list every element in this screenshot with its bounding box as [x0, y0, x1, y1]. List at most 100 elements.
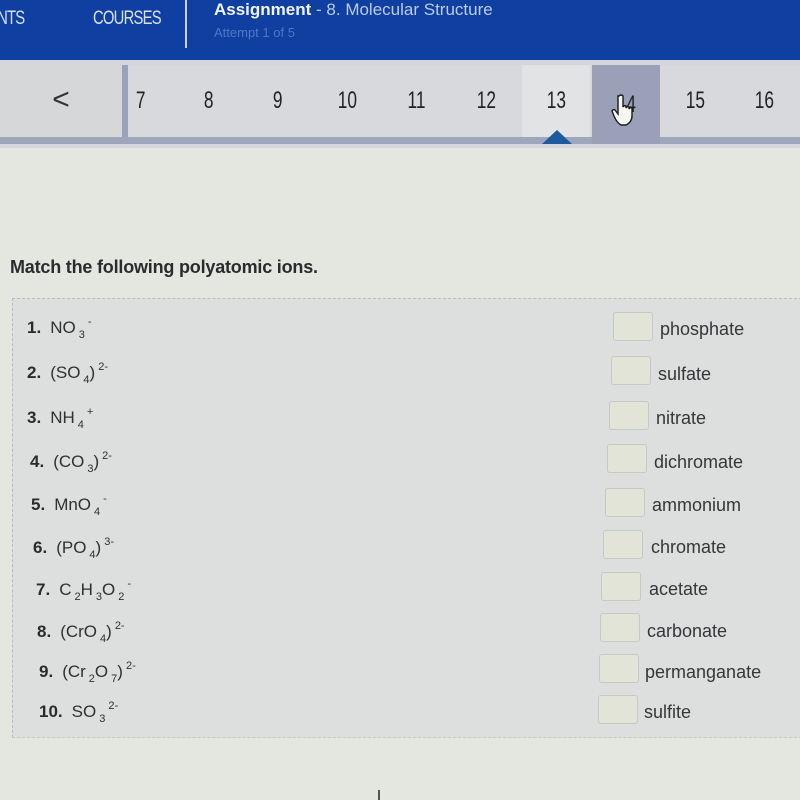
ion-item: 3. NH 4+: [27, 406, 93, 431]
item-number: 7.: [36, 580, 51, 599]
ion-item: 1. NO 3-: [27, 316, 91, 341]
answer-label-sulfate: sulfate: [658, 364, 712, 384]
ion-item: 6. (PO 4) 3-: [33, 536, 114, 561]
question-tab-13[interactable]: 13: [522, 65, 590, 137]
attempt-counter: Attempt 1 of 5: [214, 25, 295, 40]
question-tab-8[interactable]: 8: [175, 65, 243, 137]
formula-text: MnO: [54, 495, 92, 514]
formula-text: ): [89, 363, 96, 382]
ion-item: 5. MnO 4-: [31, 493, 107, 518]
question-tab-12[interactable]: 12: [452, 65, 520, 137]
formula-text: ): [95, 538, 102, 557]
formula-charge: 2-: [114, 620, 125, 632]
formula-text: O: [94, 662, 109, 681]
formula-charge: 2-: [102, 450, 112, 462]
formula-charge: 3-: [104, 536, 114, 548]
question-number: 11: [407, 87, 425, 114]
question-number: 10: [337, 87, 357, 114]
assignment-name: - 8. Molecular Structure: [316, 0, 493, 19]
formula-charge: 2-: [108, 700, 119, 712]
item-number: 2.: [27, 363, 42, 382]
question-navigator: < 7 8 9 10 11 12 13 14 15 16: [0, 60, 800, 148]
formula-charge: +: [86, 406, 94, 418]
question-number: 15: [685, 87, 705, 114]
formula-text: (CO: [53, 452, 85, 471]
answer-label-acetate: acetate: [649, 579, 709, 599]
question-tab-15[interactable]: 15: [661, 65, 729, 137]
answer-drop-box[interactable]: [611, 356, 651, 385]
formula-text: O: [102, 580, 116, 599]
ion-item: 10. SO 32-: [39, 700, 118, 725]
formula-text: (Cr: [62, 662, 86, 681]
formula-text: (CrO: [60, 622, 98, 641]
question-number: 12: [476, 87, 496, 114]
top-header-bar: ENTS COURSES Assignment - 8. Molecular S…: [0, 0, 800, 60]
answer-drop-box[interactable]: [607, 444, 647, 473]
formula-subscript: 3: [99, 713, 106, 725]
answer-label-dichromate: dichromate: [654, 452, 744, 472]
hand-cursor-icon: [611, 94, 633, 126]
formula-subscript: 4: [94, 506, 101, 518]
assignment-label: Assignment: [214, 0, 312, 19]
answer-label-sulfite: sulfite: [644, 702, 692, 722]
answer-drop-box[interactable]: [605, 488, 645, 517]
assignment-title: Assignment - 8. Molecular Structure: [214, 0, 493, 20]
answer-drop-box[interactable]: [598, 695, 638, 724]
formula-text: (PO: [56, 538, 87, 557]
item-number: 4.: [30, 452, 45, 471]
nav-courses[interactable]: COURSES: [93, 8, 162, 30]
answer-drop-box[interactable]: [599, 654, 639, 683]
answer-drop-box[interactable]: [601, 572, 641, 601]
answer-label-nitrate: nitrate: [656, 408, 707, 428]
ion-item: 8. (CrO 4) 2-: [37, 620, 125, 645]
formula-charge: -: [127, 578, 132, 590]
question-number: 13: [546, 87, 566, 114]
item-number: 9.: [39, 662, 54, 681]
question-number: 16: [754, 87, 774, 114]
question-tab-7[interactable]: 7: [107, 65, 175, 137]
question-number: 8: [204, 87, 214, 114]
formula-text: ): [93, 452, 100, 471]
current-question-indicator: [542, 130, 572, 144]
formula-charge: 2-: [98, 361, 108, 373]
previous-button[interactable]: <: [0, 65, 122, 137]
formula-text: NH: [50, 408, 75, 427]
question-tab-10[interactable]: 10: [313, 65, 381, 137]
answer-label-carbonate: carbonate: [647, 621, 728, 641]
formula-text: C: [59, 580, 72, 599]
answer-drop-box[interactable]: [609, 401, 649, 430]
answer-label-permanganate: permanganate: [645, 662, 762, 682]
ion-item: 7. C 2H 3O 2-: [36, 578, 131, 603]
answer-drop-box[interactable]: [600, 613, 640, 642]
header-divider: [185, 0, 187, 48]
question-tab-16[interactable]: 16: [730, 65, 798, 137]
formula-subscript: 4: [77, 419, 84, 431]
navigator-bottom-line: [0, 137, 800, 144]
text-cursor-mark: [378, 790, 380, 800]
formula-text: SO: [71, 702, 97, 721]
formula-text: ): [106, 622, 112, 641]
formula-subscript: 2: [118, 591, 125, 603]
chevron-left-icon: <: [52, 83, 70, 116]
answer-drop-box[interactable]: [603, 530, 643, 559]
formula-text: NO: [50, 318, 76, 337]
ion-item: 9. (Cr 2O 7) 2-: [39, 660, 136, 685]
answer-label-chromate: chromate: [651, 537, 727, 557]
question-tab-9[interactable]: 9: [244, 65, 312, 137]
answer-drop-box[interactable]: [613, 312, 653, 341]
formula-text: H: [80, 580, 93, 599]
nav-students[interactable]: ENTS: [0, 8, 25, 30]
ion-item: 2. (SO 4) 2-: [27, 361, 108, 386]
item-number: 6.: [33, 538, 48, 557]
ion-item: 4. (CO 3) 2-: [30, 450, 112, 475]
answer-label-ammonium: ammonium: [652, 495, 742, 515]
question-number: 7: [136, 87, 146, 114]
formula-text: ): [117, 662, 123, 681]
question-tab-11[interactable]: 11: [382, 65, 450, 137]
item-number: 8.: [37, 622, 52, 641]
formula-charge: -: [87, 316, 92, 328]
answer-label-phosphate: phosphate: [660, 319, 745, 339]
formula-charge: 2-: [125, 660, 136, 672]
item-number: 10.: [39, 702, 63, 721]
question-number: 9: [273, 87, 283, 114]
